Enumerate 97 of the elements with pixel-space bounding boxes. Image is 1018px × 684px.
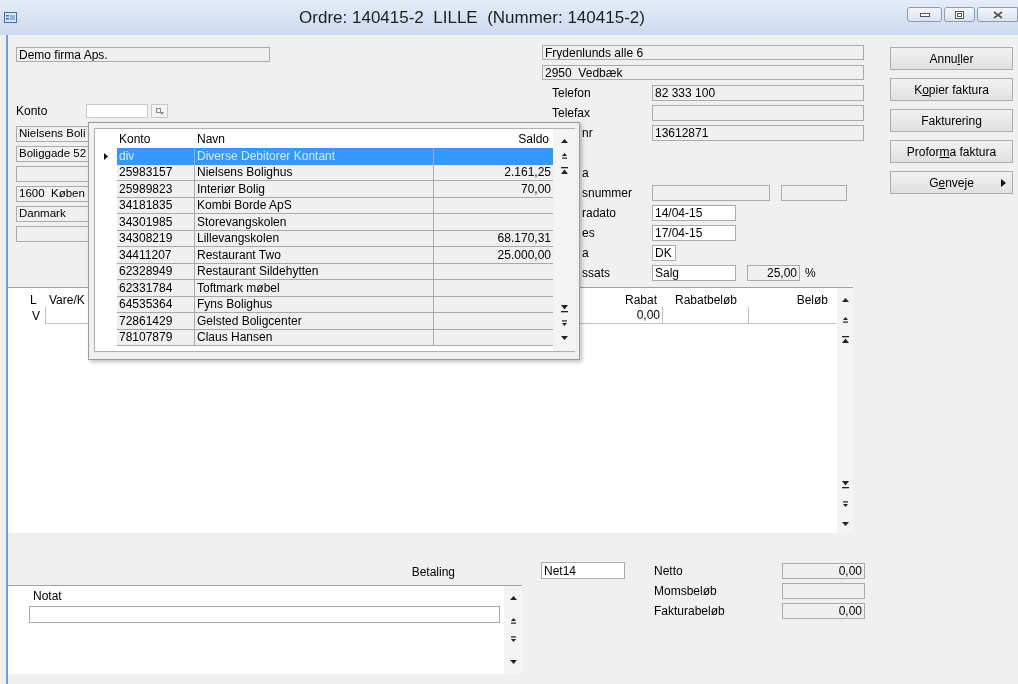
maximize-icon bbox=[955, 10, 964, 19]
column-header[interactable]: Navn bbox=[197, 131, 225, 146]
scroll-to-bottom-icon[interactable] bbox=[840, 480, 850, 489]
page-up-icon[interactable] bbox=[840, 315, 850, 324]
scroll-to-bottom-icon[interactable] bbox=[560, 304, 569, 313]
scroll-down-icon[interactable] bbox=[560, 334, 569, 343]
column-header[interactable]: Rabatbeløb bbox=[674, 292, 737, 307]
column-header[interactable]: Notat bbox=[33, 590, 62, 602]
action-button[interactable]: Proforma faktura bbox=[890, 140, 1013, 163]
column-header[interactable]: Beløb bbox=[796, 292, 828, 307]
field-label: Netto bbox=[654, 563, 683, 578]
text-field[interactable]: 82 333 100 bbox=[652, 85, 864, 101]
account-row[interactable]: 25989823 Interiør Bolig 70,00 bbox=[117, 181, 553, 198]
table-cell: 78107879 bbox=[117, 329, 195, 346]
field-label: Betaling bbox=[411, 566, 455, 578]
table-cell: 34301985 bbox=[117, 214, 195, 231]
window-icon bbox=[4, 12, 17, 23]
text-field[interactable] bbox=[652, 185, 770, 201]
text-field[interactable]: 14/04-15 bbox=[652, 205, 736, 221]
scroll-to-top-icon[interactable] bbox=[560, 166, 569, 175]
text-field[interactable]: Demo firma Aps. bbox=[16, 47, 270, 62]
field-label: a bbox=[582, 247, 589, 259]
table-cell: 62331784 bbox=[117, 280, 195, 297]
window-title: Ordre: 140415-2 LILLE (Nummer: 140415-2) bbox=[299, 9, 645, 26]
text-field[interactable]: Net14 bbox=[541, 562, 625, 579]
scroll-up-icon[interactable] bbox=[508, 593, 518, 602]
scroll-down-icon[interactable] bbox=[840, 520, 850, 529]
table-cell: Restaurant Two bbox=[195, 247, 434, 264]
page-up-icon[interactable] bbox=[560, 151, 569, 160]
table-cell: 34411207 bbox=[117, 247, 195, 264]
page-down-icon[interactable] bbox=[560, 319, 569, 328]
field-label: nr bbox=[582, 127, 593, 139]
total-field[interactable]: 0,00 bbox=[782, 602, 865, 619]
column-header[interactable]: L bbox=[30, 292, 37, 307]
submenu-arrow-icon bbox=[1001, 178, 1006, 187]
table-cell: 72861429 bbox=[117, 313, 195, 330]
field-label: ssats bbox=[582, 267, 610, 279]
text-field[interactable]: Frydenlunds alle 6 bbox=[542, 45, 864, 60]
column-header[interactable]: Vare/K bbox=[49, 292, 85, 307]
lookup-button[interactable] bbox=[151, 104, 168, 118]
field-label: es bbox=[582, 227, 595, 239]
maximize-button[interactable] bbox=[944, 7, 975, 22]
text-field[interactable]: Salg bbox=[652, 265, 736, 281]
table-cell: Toftmark møbel bbox=[195, 280, 434, 297]
account-row[interactable]: 62331784 Toftmark møbel bbox=[117, 280, 553, 297]
field-label: Telefax bbox=[552, 107, 591, 119]
close-button[interactable] bbox=[977, 7, 1018, 22]
field-label: Telefon bbox=[552, 87, 591, 99]
minimize-button[interactable] bbox=[907, 7, 942, 22]
account-row[interactable]: 34411207 Restaurant Two 25.000,00 bbox=[117, 247, 553, 264]
action-button[interactable]: Kopier faktura bbox=[890, 78, 1013, 101]
table-cell: Claus Hansen bbox=[195, 329, 434, 346]
text-field[interactable] bbox=[652, 105, 864, 121]
total-field[interactable]: 0,00 bbox=[782, 562, 865, 579]
page-up-icon[interactable] bbox=[508, 616, 518, 625]
text-field[interactable]: 13612871 bbox=[652, 125, 864, 141]
page-down-icon[interactable] bbox=[840, 500, 850, 509]
field-label: a bbox=[582, 167, 589, 179]
close-icon bbox=[992, 10, 1003, 19]
page-down-icon[interactable] bbox=[508, 635, 518, 644]
notes-input[interactable] bbox=[29, 606, 500, 623]
field-label: Fakturabeløb bbox=[654, 603, 725, 618]
table-cell: Gelsted Boligcenter bbox=[195, 313, 434, 330]
table-cell: Diverse Debitorer Kontant bbox=[195, 148, 434, 165]
action-button[interactable]: Annuller bbox=[890, 47, 1013, 70]
table-cell[interactable] bbox=[663, 307, 749, 324]
konto-input[interactable] bbox=[86, 104, 148, 118]
column-header[interactable]: Konto bbox=[119, 131, 151, 146]
text-field[interactable]: 17/04-15 bbox=[652, 225, 736, 241]
column-header[interactable]: Rabat bbox=[624, 292, 657, 307]
text-field[interactable]: DK bbox=[652, 245, 676, 261]
current-row-icon bbox=[104, 152, 108, 160]
table-cell: Storevangskolen bbox=[195, 214, 434, 231]
account-row[interactable]: 34301985 Storevangskolen bbox=[117, 214, 553, 231]
field-label: Konto bbox=[16, 105, 49, 117]
lookup-icon bbox=[155, 107, 164, 115]
table-cell: 25989823 bbox=[117, 181, 195, 198]
field-label: snummer bbox=[582, 187, 632, 199]
unit-label: % bbox=[805, 267, 816, 279]
scroll-to-top-icon[interactable] bbox=[840, 335, 850, 344]
table-cell: div bbox=[117, 148, 195, 165]
scroll-up-icon[interactable] bbox=[560, 136, 569, 145]
table-cell-text: V bbox=[31, 309, 41, 322]
minimize-icon bbox=[919, 12, 930, 17]
total-field[interactable] bbox=[782, 582, 865, 599]
menu-button[interactable]: Genveje bbox=[890, 171, 1013, 194]
scroll-up-icon[interactable] bbox=[840, 295, 850, 304]
field-label: radato bbox=[582, 207, 617, 219]
scroll-down-icon[interactable] bbox=[508, 658, 518, 667]
text-field[interactable] bbox=[781, 185, 847, 201]
table-cell: Interiør Bolig bbox=[195, 181, 434, 198]
account-row[interactable]: 72861429 Gelsted Boligcenter bbox=[117, 313, 553, 330]
field-label: Momsbeløb bbox=[654, 583, 717, 598]
text-field[interactable]: 25,00 bbox=[747, 265, 800, 281]
action-button[interactable]: Fakturering bbox=[890, 109, 1013, 132]
text-field[interactable]: 2950 Vedbæk bbox=[542, 65, 864, 80]
column-header[interactable]: Saldo bbox=[518, 131, 549, 146]
